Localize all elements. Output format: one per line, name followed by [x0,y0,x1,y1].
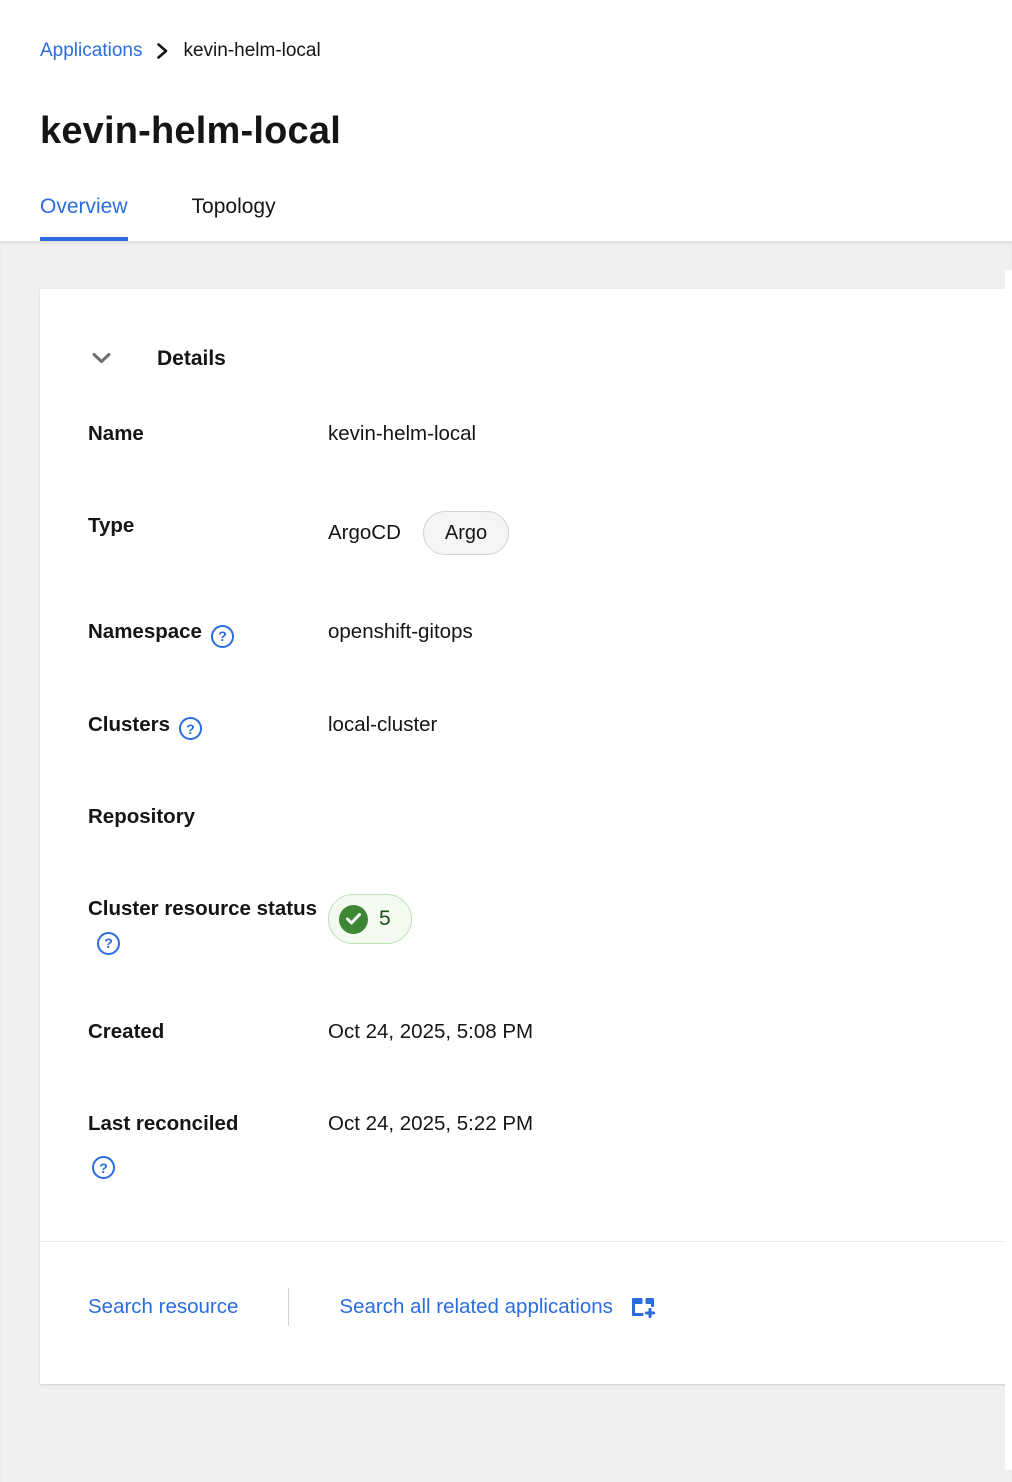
field-label: Last reconciled [88,1112,238,1135]
application-details-page: Applications kevin-helm-local kevin-helm… [0,0,1012,1482]
field-value-cluster-resource-status: 5 [328,894,964,955]
breadcrumb: Applications kevin-helm-local [40,40,972,62]
search-related-applications-label: Search all related applications [339,1295,613,1319]
field-row-cluster-resource-status: Cluster resource status 5 [88,894,964,955]
field-row-name: Name kevin-helm-local [88,419,964,449]
content-area: Details Name kevin-helm-local Type ArgoC… [0,241,1012,1482]
field-value-repository [328,802,964,832]
tab-topology[interactable]: Topology [192,195,276,241]
chevron-down-icon [92,352,111,367]
check-circle-icon [339,905,368,934]
field-label: Type [88,514,134,537]
search-resource-link[interactable]: Search resource [88,1295,238,1319]
page-header: Applications kevin-helm-local kevin-helm… [0,0,1012,241]
field-value-created: Oct 24, 2025, 5:08 PM [328,1017,964,1047]
section-title: Details [157,347,226,371]
type-text: ArgoCD [328,518,401,548]
field-row-type: Type ArgoCD Argo [88,511,964,555]
tab-bar: Overview Topology [40,195,972,241]
help-icon[interactable] [179,717,202,740]
section-collapse-toggle[interactable] [90,350,113,369]
search-related-applications-link[interactable]: Search all related applications [339,1294,657,1320]
field-label: Cluster resource status [88,897,317,920]
tab-overview[interactable]: Overview [40,195,128,241]
field-label: Repository [88,805,195,828]
field-row-last-reconciled: Last reconciled Oct 24, 2025, 5:22 PM [88,1109,964,1180]
help-icon[interactable] [92,1156,115,1179]
details-card-footer: Search resource Search all related appli… [40,1241,1012,1384]
cluster-resource-status-badge[interactable]: 5 [328,894,412,944]
angle-right-icon [156,42,169,60]
argo-badge: Argo [423,511,509,555]
breadcrumb-current-item: kevin-helm-local [183,40,320,62]
field-label: Created [88,1020,164,1043]
details-card: Details Name kevin-helm-local Type ArgoC… [40,289,1012,1384]
scrollbar-track[interactable] [1005,270,1012,1470]
field-value-name: kevin-helm-local [328,419,964,449]
help-icon[interactable] [97,932,120,955]
field-value-last-reconciled: Oct 24, 2025, 5:22 PM [328,1109,964,1180]
window-plus-icon [629,1294,657,1320]
field-row-clusters: Clusters local-cluster [88,710,964,741]
field-label: Namespace [88,620,202,643]
details-card-header: Details [40,347,1012,371]
help-icon[interactable] [211,625,234,648]
field-row-namespace: Namespace openshift-gitops [88,617,964,648]
field-value-clusters: local-cluster [328,710,964,741]
field-row-created: Created Oct 24, 2025, 5:08 PM [88,1017,964,1047]
breadcrumb-link-applications[interactable]: Applications [40,40,142,62]
status-count: 5 [379,904,391,934]
field-row-repository: Repository [88,802,964,832]
field-label: Name [88,422,144,445]
field-label: Clusters [88,713,170,736]
page-title: kevin-helm-local [40,110,972,153]
details-field-list: Name kevin-helm-local Type ArgoCD Argo N… [40,419,1012,1179]
field-value-type: ArgoCD Argo [328,511,964,555]
footer-divider [288,1288,289,1326]
field-value-namespace: openshift-gitops [328,617,964,648]
